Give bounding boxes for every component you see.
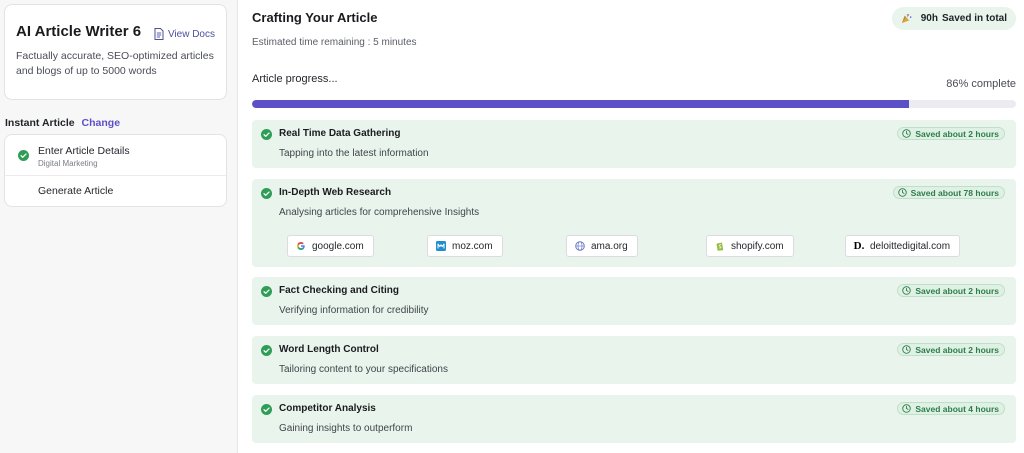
task-fact-checking-and-citing: Fact Checking and Citing Verifying infor… (252, 277, 1016, 325)
shopify-icon (715, 241, 725, 251)
step-label: Generate Article (38, 185, 114, 197)
check-circle-icon (261, 404, 272, 415)
progress-label: Article progress... (252, 73, 338, 85)
time-saved-badge: Saved about 78 hours (892, 186, 1005, 199)
page-title: Crafting Your Article (252, 10, 378, 25)
mode-label: Instant Article (5, 117, 75, 129)
time-saved-badge: Saved about 2 hours (897, 343, 1005, 356)
step-label: Enter Article Details (38, 145, 130, 157)
clock-icon (897, 188, 907, 197)
task-real-time-data-gathering: Real Time Data Gathering Tapping into th… (252, 120, 1016, 168)
time-saved-text: Saved about 2 hours (915, 285, 999, 296)
time-saved-badge: Saved about 2 hours (897, 284, 1005, 297)
task-description: Analysing articles for comprehensive Ins… (279, 207, 480, 218)
estimated-time: Estimated time remaining : 5 minutes (252, 37, 417, 48)
source-chip-shopify[interactable]: shopify.com (706, 235, 794, 257)
progress-bar (252, 100, 1016, 108)
document-icon (154, 28, 164, 40)
task-description: Verifying information for credibility (279, 305, 429, 316)
progress-percent: 86% complete (946, 78, 1016, 90)
main-panel: Crafting Your Article Estimated time rem… (238, 0, 1024, 453)
step-enter-article-details[interactable]: Enter Article Details Digital Marketing (5, 135, 226, 176)
check-circle-icon (261, 286, 272, 297)
source-chip-deloitte[interactable]: D. deloittedigital.com (845, 235, 961, 257)
time-saved-text: Saved about 78 hours (910, 187, 999, 198)
task-competitor-analysis: Competitor Analysis Gaining insights to … (252, 395, 1016, 443)
moz-icon (436, 241, 446, 251)
check-circle-icon (261, 345, 272, 356)
source-name: google.com (312, 240, 364, 252)
task-description: Gaining insights to outperform (279, 423, 413, 434)
clock-icon (902, 345, 912, 354)
google-icon (296, 241, 306, 251)
saved-hours: 90h (920, 13, 938, 24)
saved-label: Saved in total (941, 13, 1007, 24)
progress-bar-fill (252, 100, 910, 108)
check-circle-icon (18, 150, 29, 161)
clock-icon (902, 286, 912, 295)
change-mode-link[interactable]: Change (82, 117, 121, 129)
source-name: moz.com (452, 240, 493, 252)
task-title: Word Length Control (279, 344, 379, 355)
step-generate-article[interactable]: Generate Article (5, 176, 226, 206)
party-popper-icon (901, 14, 912, 24)
clock-icon (902, 129, 912, 138)
task-title: In-Depth Web Research (279, 187, 392, 198)
clock-icon (902, 404, 912, 413)
source-name: shopify.com (731, 240, 784, 252)
deloitte-icon: D. (853, 240, 865, 252)
sidebar: AI Article Writer 6 View Docs Factually … (0, 0, 238, 453)
task-title: Real Time Data Gathering (279, 128, 401, 139)
time-saved-text: Saved about 2 hours (915, 128, 999, 139)
article-mode-row: Instant Article Change (5, 117, 120, 129)
saved-total-badge: 90h Saved in total (891, 7, 1016, 30)
time-saved-badge: Saved about 4 hours (897, 402, 1005, 415)
task-title: Fact Checking and Citing (279, 285, 400, 296)
task-description: Tapping into the latest information (279, 148, 429, 159)
steps-list: Enter Article Details Digital Marketing … (4, 134, 227, 207)
time-saved-badge: Saved about 2 hours (897, 127, 1005, 140)
check-circle-icon (261, 188, 272, 199)
time-saved-text: Saved about 4 hours (915, 403, 999, 414)
source-name: deloittedigital.com (870, 240, 951, 252)
source-chip-moz[interactable]: moz.com (427, 235, 503, 257)
ama-icon (575, 241, 585, 251)
app-info-card: AI Article Writer 6 View Docs Factually … (4, 4, 227, 100)
source-chip-ama[interactable]: ama.org (566, 235, 638, 257)
check-circle-icon (261, 129, 272, 140)
task-word-length-control: Word Length Control Tailoring content to… (252, 336, 1016, 384)
task-description: Tailoring content to your specifications (279, 364, 448, 375)
view-docs-link[interactable]: View Docs (154, 28, 215, 40)
time-saved-text: Saved about 2 hours (915, 344, 999, 355)
source-chips: google.com moz.com ama.org shopify.com D… (287, 235, 987, 257)
source-chip-google[interactable]: google.com (287, 235, 374, 257)
view-docs-label: View Docs (167, 28, 215, 40)
source-name: ama.org (591, 240, 628, 252)
task-in-depth-web-research: In-Depth Web Research Analysing articles… (252, 179, 1016, 267)
app-description: Factually accurate, SEO-optimized articl… (16, 50, 214, 77)
step-sublabel: Digital Marketing (38, 159, 98, 168)
task-title: Competitor Analysis (279, 403, 376, 414)
